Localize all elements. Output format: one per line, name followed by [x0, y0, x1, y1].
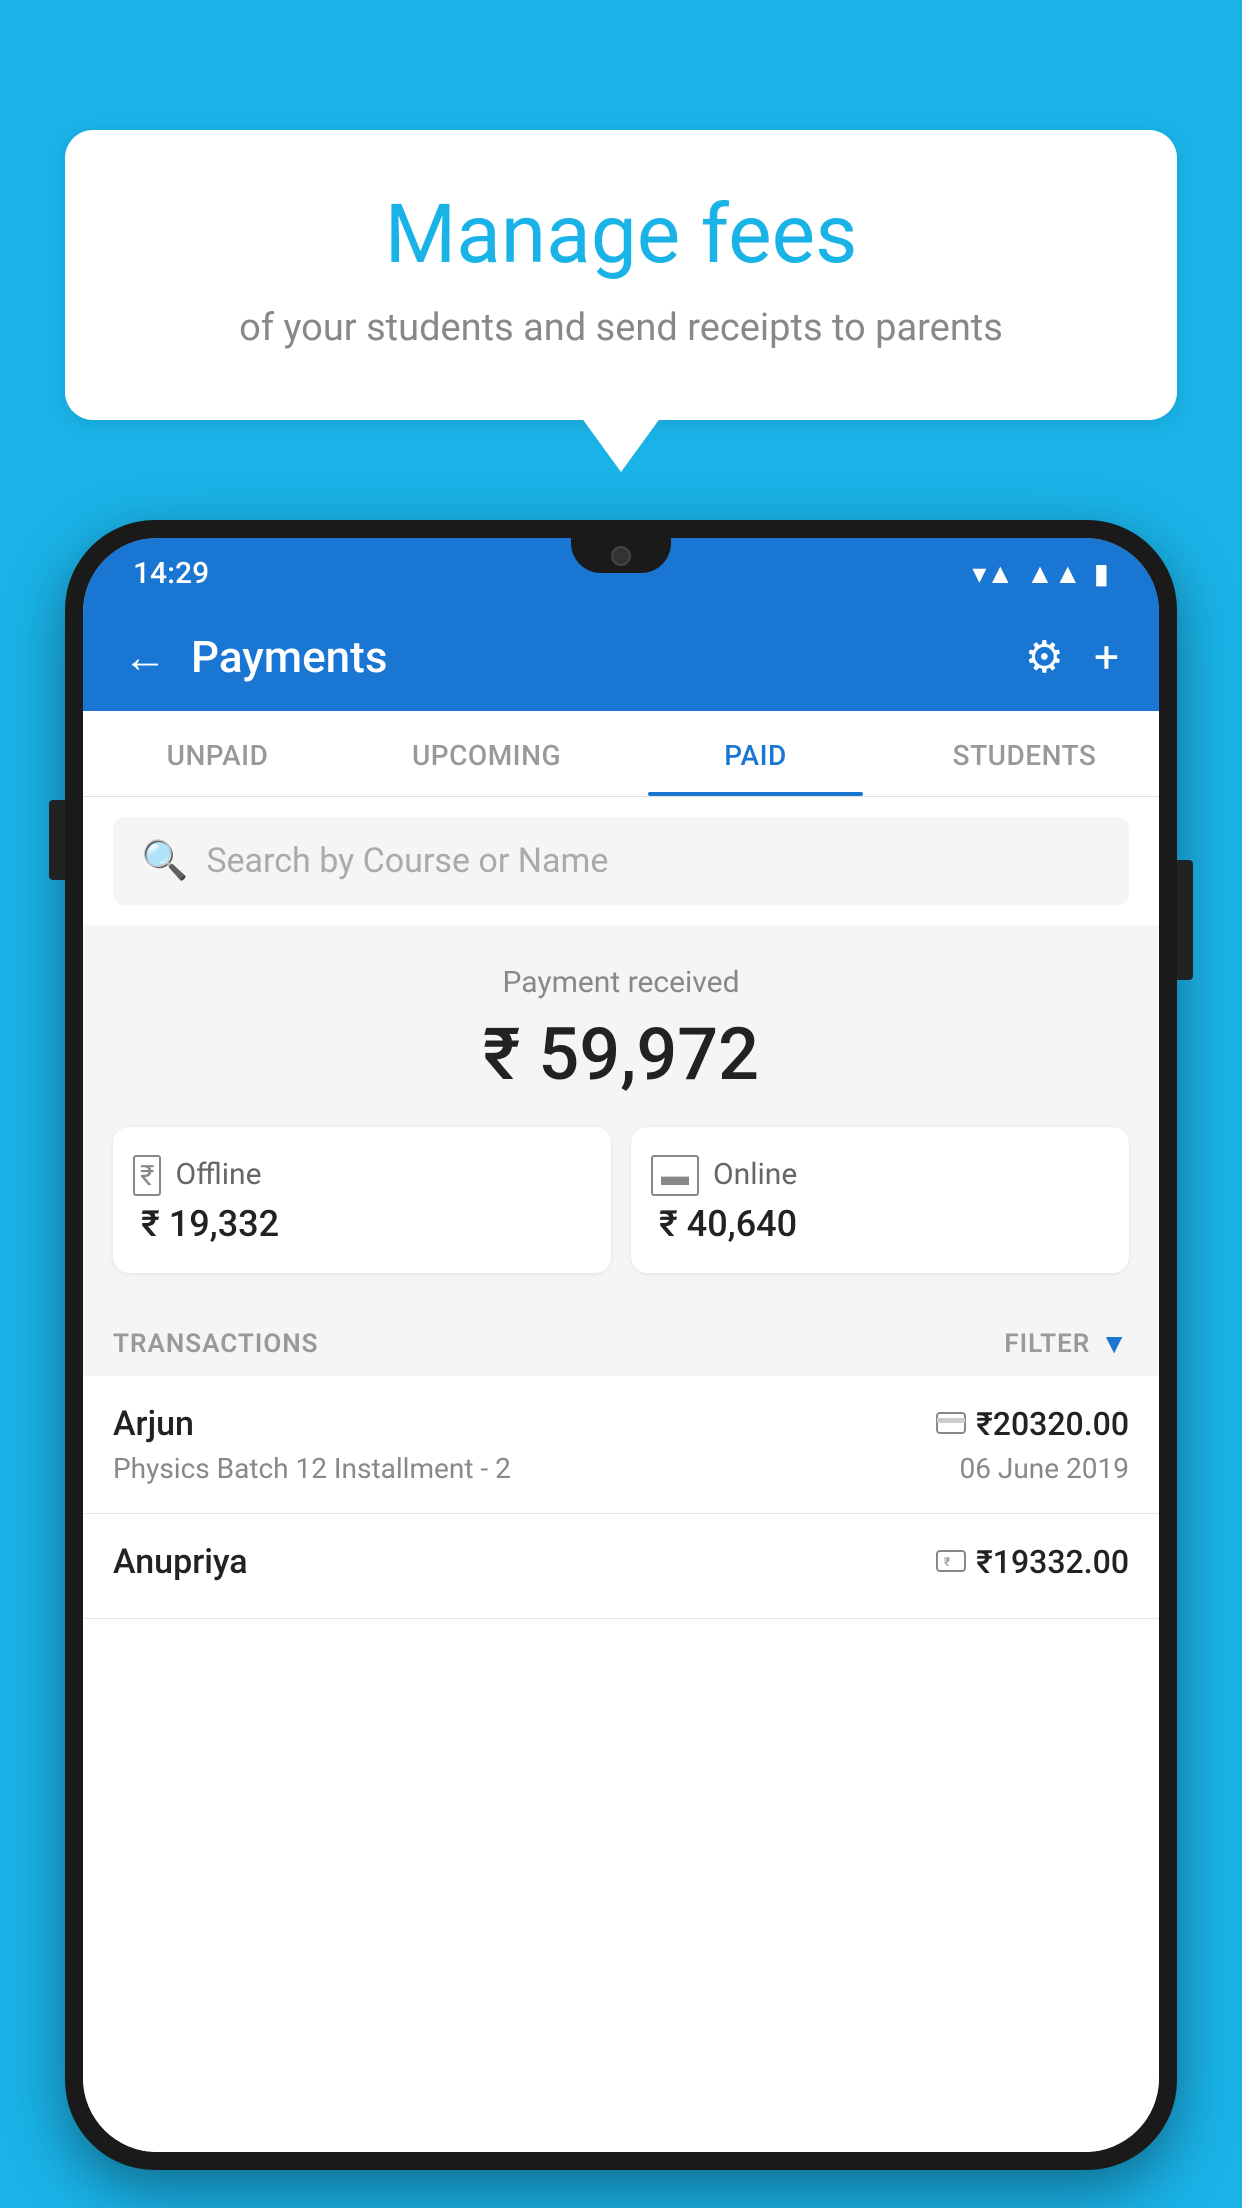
battery-icon: ▮: [1094, 557, 1109, 590]
transactions-header: TRANSACTIONS FILTER ▼: [83, 1303, 1159, 1376]
tab-upcoming[interactable]: UPCOMING: [352, 711, 621, 796]
svg-text:₹: ₹: [944, 1555, 950, 1569]
transaction-name: Anupriya: [113, 1542, 248, 1582]
status-time: 14:29: [133, 556, 209, 591]
transaction-amount-wrap: ₹20320.00: [936, 1405, 1129, 1443]
filter-icon: ▼: [1100, 1327, 1129, 1360]
transaction-name: Arjun: [113, 1404, 194, 1444]
app-bar-left: ← Payments: [123, 631, 387, 683]
card-payment-icon: [936, 1408, 966, 1441]
settings-icon[interactable]: ⚙: [1025, 631, 1064, 683]
filter-button[interactable]: FILTER ▼: [1004, 1327, 1129, 1360]
content-area: 🔍 Search by Course or Name Payment recei…: [83, 797, 1159, 2152]
tab-students[interactable]: STUDENTS: [890, 711, 1159, 796]
cash-payment-icon: ₹: [936, 1546, 966, 1579]
transaction-amount-wrap: ₹ ₹19332.00: [936, 1543, 1129, 1581]
filter-label: FILTER: [1004, 1329, 1090, 1359]
search-input[interactable]: Search by Course or Name: [206, 841, 608, 881]
bubble-title: Manage fees: [115, 190, 1127, 280]
online-payment-card: ▬ Online ₹ 40,640: [631, 1127, 1129, 1273]
transaction-item[interactable]: Anupriya ₹ ₹19332.00: [83, 1514, 1159, 1619]
phone-screen: 14:29 ▾▲ ▲▲ ▮ ← Payments ⚙ +: [83, 538, 1159, 2152]
transaction-item[interactable]: Arjun ₹20320.00: [83, 1376, 1159, 1514]
app-bar: ← Payments ⚙ +: [83, 603, 1159, 711]
offline-amount: ₹ 19,332: [133, 1203, 591, 1245]
online-label: Online: [713, 1157, 797, 1192]
transaction-row-top: Arjun ₹20320.00: [113, 1404, 1129, 1444]
transactions-label: TRANSACTIONS: [113, 1329, 319, 1359]
payment-received-label: Payment received: [113, 965, 1129, 1000]
transactions-list: Arjun ₹20320.00: [83, 1376, 1159, 2152]
transaction-course: Physics Batch 12 Installment - 2: [113, 1452, 511, 1485]
transaction-row-bottom: Physics Batch 12 Installment - 2 06 June…: [113, 1452, 1129, 1485]
payment-received-section: Payment received ₹ 59,972 ₹ Offline ₹ 19…: [83, 925, 1159, 1303]
online-amount: ₹ 40,640: [651, 1203, 1109, 1245]
tab-paid[interactable]: PAID: [621, 711, 890, 796]
app-bar-right: ⚙ +: [1025, 631, 1119, 683]
front-camera: [611, 546, 631, 566]
payment-cards: ₹ Offline ₹ 19,332 ▬ Online: [113, 1127, 1129, 1273]
transaction-row-top: Anupriya ₹ ₹19332.00: [113, 1542, 1129, 1582]
online-icon: ▬: [651, 1155, 699, 1193]
wifi-icon: ▾▲: [972, 557, 1014, 590]
search-bar[interactable]: 🔍 Search by Course or Name: [113, 817, 1129, 905]
search-bar-container: 🔍 Search by Course or Name: [83, 797, 1159, 925]
bubble-subtitle: of your students and send receipts to pa…: [115, 302, 1127, 355]
phone-notch: [571, 538, 671, 573]
transaction-date: 06 June 2019: [959, 1452, 1129, 1485]
online-card-header: ▬ Online: [651, 1155, 1109, 1193]
offline-label: Offline: [175, 1157, 261, 1192]
transaction-amount: ₹19332.00: [976, 1543, 1129, 1581]
app-bar-title: Payments: [191, 631, 387, 683]
payment-total-amount: ₹ 59,972: [113, 1012, 1129, 1097]
tabs-bar: UNPAID UPCOMING PAID STUDENTS: [83, 711, 1159, 797]
speech-bubble-container: Manage fees of your students and send re…: [65, 130, 1177, 420]
search-icon: 🔍: [141, 839, 188, 883]
speech-bubble: Manage fees of your students and send re…: [65, 130, 1177, 420]
back-button[interactable]: ←: [123, 635, 167, 679]
add-button[interactable]: +: [1094, 631, 1119, 683]
phone-mockup: 14:29 ▾▲ ▲▲ ▮ ← Payments ⚙ +: [65, 520, 1177, 2170]
offline-payment-card: ₹ Offline ₹ 19,332: [113, 1127, 611, 1273]
transaction-amount: ₹20320.00: [976, 1405, 1129, 1443]
tab-unpaid[interactable]: UNPAID: [83, 711, 352, 796]
offline-icon: ₹: [133, 1155, 161, 1193]
signal-icon: ▲▲: [1026, 557, 1081, 590]
status-icons: ▾▲ ▲▲ ▮: [972, 557, 1109, 590]
offline-card-header: ₹ Offline: [133, 1155, 591, 1193]
phone-outer: 14:29 ▾▲ ▲▲ ▮ ← Payments ⚙ +: [65, 520, 1177, 2170]
